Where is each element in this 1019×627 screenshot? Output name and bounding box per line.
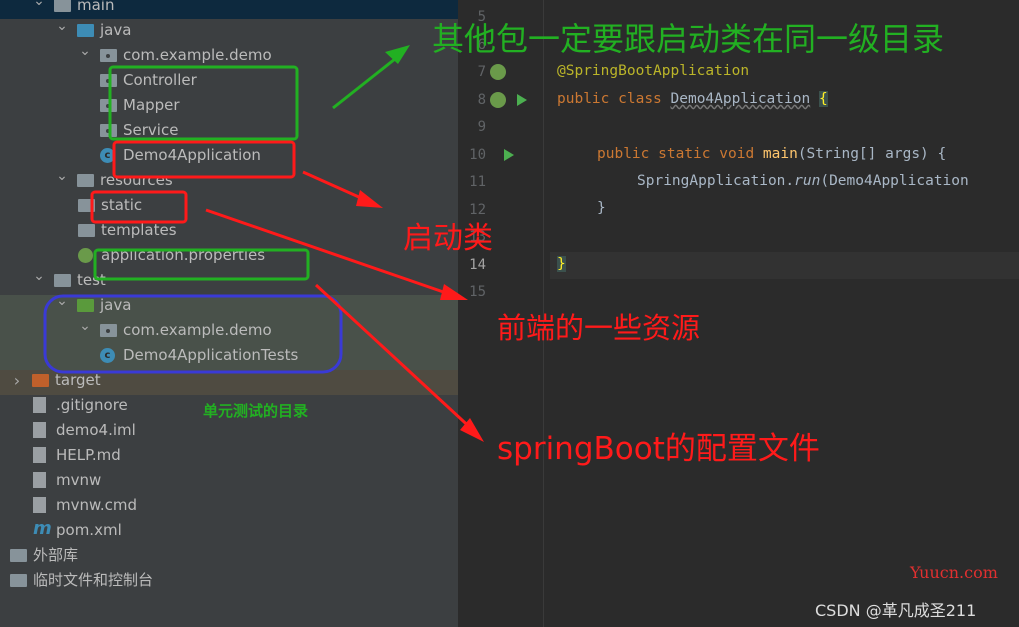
note-config-file: springBoot的配置文件 [497, 431, 820, 467]
watermark-csdn: CSDN @革凡成圣211 [815, 601, 977, 620]
note-same-level: 其他包一定要跟启动类在同一级目录 [432, 20, 945, 58]
watermark-site: Yuucn.com [910, 563, 998, 582]
note-startup-class: 启动类 [403, 221, 493, 256]
static-box [90, 190, 188, 224]
note-frontend-resources: 前端的一些资源 [497, 311, 701, 345]
app-class-box [112, 140, 296, 179]
test-box [43, 294, 343, 374]
properties-box [93, 248, 310, 281]
arrow-green [332, 53, 401, 110]
packages-box [108, 65, 299, 141]
note-unit-test-dir: 单元测试的目录 [203, 402, 309, 420]
